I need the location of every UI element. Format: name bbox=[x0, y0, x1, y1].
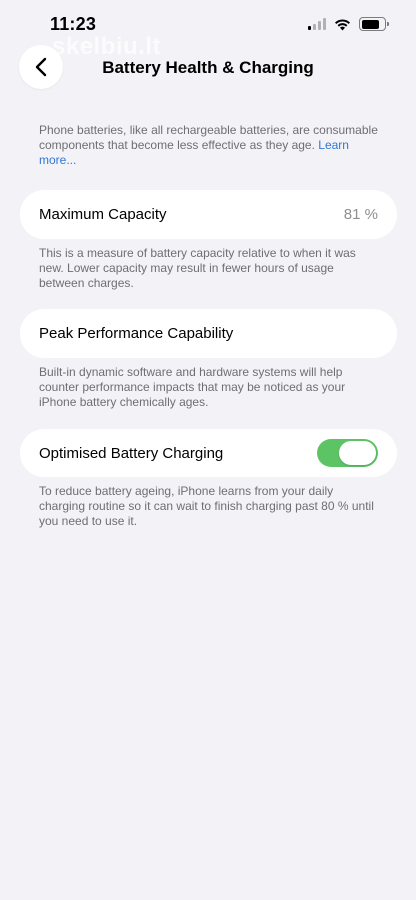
intro-note: Phone batteries, like all rechargeable b… bbox=[39, 123, 379, 168]
toggle-knob bbox=[339, 441, 376, 465]
page-title: Battery Health & Charging bbox=[102, 58, 314, 77]
watermark: skelbiu.lt bbox=[52, 33, 162, 60]
optimised-charging-row: Optimised Battery Charging bbox=[20, 429, 397, 477]
peak-performance-note: Built-in dynamic software and hardware s… bbox=[39, 365, 346, 409]
status-time: 11:23 bbox=[50, 14, 97, 34]
optimised-charging-note: To reduce battery ageing, iPhone learns … bbox=[39, 484, 374, 528]
optimised-charging-label: Optimised Battery Charging bbox=[39, 444, 224, 462]
maximum-capacity-row: Maximum Capacity 81 % bbox=[20, 190, 397, 239]
optimised-charging-toggle[interactable] bbox=[317, 439, 378, 467]
wifi-icon bbox=[335, 18, 350, 30]
maximum-capacity-note: This is a measure of battery capacity re… bbox=[39, 246, 356, 290]
status-icons bbox=[308, 16, 389, 32]
screen: 11:23 skelbiu.lt Battery Health & Chargi… bbox=[0, 0, 416, 900]
maximum-capacity-label: Maximum Capacity bbox=[39, 206, 167, 223]
maximum-capacity-value: 81 % bbox=[343, 206, 378, 223]
cellular-signal-icon bbox=[308, 18, 326, 30]
battery-icon bbox=[359, 17, 389, 31]
peak-performance-row: Peak Performance Capability bbox=[20, 309, 397, 358]
peak-performance-label: Peak Performance Capability bbox=[39, 325, 234, 342]
